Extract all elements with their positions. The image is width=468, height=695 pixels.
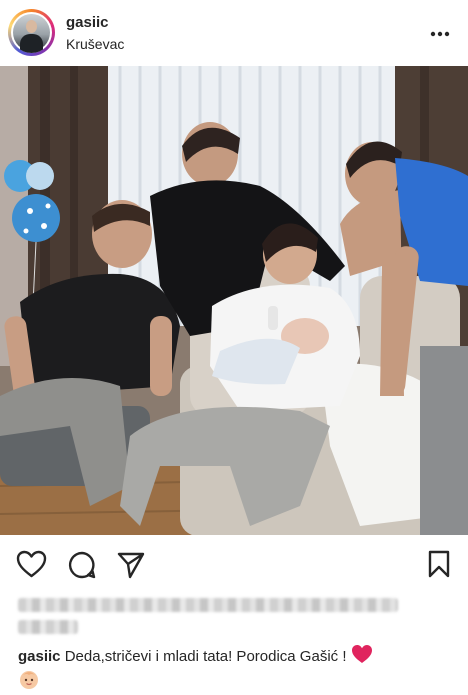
baby-face-icon	[18, 668, 40, 695]
post-username[interactable]: gasiic	[66, 14, 109, 31]
caption-text: Deda,stričevi i mladi tata! Porodica Gaš…	[64, 648, 347, 665]
comment-icon[interactable]	[67, 550, 97, 580]
heart-icon[interactable]	[16, 550, 47, 578]
share-icon[interactable]	[116, 550, 146, 580]
post-location[interactable]: Kruševac	[66, 36, 124, 52]
redacted-likes-text	[18, 598, 398, 612]
avatar-photo	[13, 14, 50, 53]
profile-avatar[interactable]	[8, 9, 55, 56]
avatar-suit-shape	[20, 34, 43, 53]
post-caption: gasiic Deda,stričevi i mladi tata! Porod…	[18, 644, 458, 670]
redacted-likes-text-2	[18, 620, 78, 634]
avatar-image	[11, 12, 52, 53]
red-heart-icon	[351, 644, 373, 670]
bookmark-icon[interactable]	[428, 550, 450, 578]
more-dots-icon[interactable]	[430, 22, 450, 38]
post-photo[interactable]	[0, 66, 468, 535]
caption-username[interactable]: gasiic	[18, 648, 61, 665]
post-action-bar	[0, 540, 468, 588]
post-header: gasiic Kruševac	[0, 0, 468, 66]
avatar-face-shape	[26, 20, 37, 33]
